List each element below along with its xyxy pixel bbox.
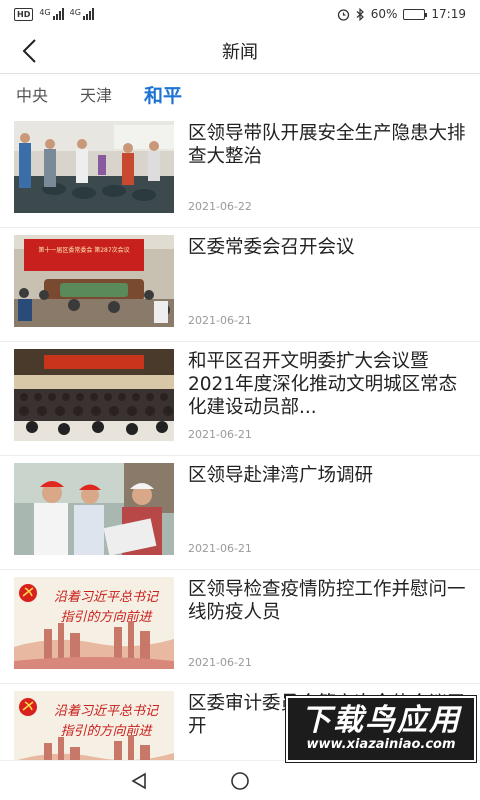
meeting-banner-text: 第十一届区委常委会 第287次会议 <box>38 246 129 254</box>
signal-icon: 4G <box>39 8 64 20</box>
status-bar: HD 4G 4G 60% 17:19 <box>0 0 480 28</box>
triangle-back-icon <box>131 772 146 790</box>
survey-photo <box>14 463 174 555</box>
circle-home-icon <box>231 772 249 790</box>
category-tabs: 中央 天津 和平 <box>0 74 480 114</box>
news-list[interactable]: 区领导带队开展安全生产隐患大排查大整治 2021-06-22 第十一届区委常委会… <box>0 114 480 760</box>
poster-slogan-1: 沿着习近平总书记 <box>54 704 160 719</box>
news-body: 和平区召开文明委扩大会议暨2021年度深化推动文明城区常态化建设动员部... 2… <box>174 349 466 449</box>
watermark-main: 下载鸟应用 <box>301 703 461 738</box>
status-right: 60% 17:19 <box>337 7 466 21</box>
hd-badge: HD <box>14 7 34 21</box>
site-watermark: 下载鸟应用 www.xiazainiao.com <box>285 695 477 763</box>
watermark-url: www.xiazainiao.com <box>306 737 456 752</box>
poster-slogan-2: 指引的方向前进 <box>60 610 153 625</box>
news-date: 2021-06-21 <box>188 428 252 441</box>
battery-icon <box>403 8 428 20</box>
poster-slogan-2: 指引的方向前进 <box>60 724 153 739</box>
news-body: 区领导检查疫情防控工作并慰问一线防疫人员 2021-06-21 <box>174 577 466 677</box>
news-body: 区委常委会召开会议 2021-06-21 <box>174 235 466 335</box>
news-thumbnail <box>14 463 174 555</box>
signal-icon-2: 4G <box>70 8 94 20</box>
nav-home-button[interactable] <box>227 769 253 793</box>
news-item[interactable]: 第十一届区委常委会 第287次会议 区委常委会召开会议 2021-06-21 <box>0 228 480 342</box>
news-date: 2021-06-21 <box>188 656 252 669</box>
sim2-label: 4G <box>69 8 81 17</box>
back-button[interactable] <box>14 35 46 67</box>
news-title: 区领导检查疫情防控工作并慰问一线防疫人员 <box>188 579 466 623</box>
system-nav-bar <box>0 760 480 800</box>
nav-back-button[interactable] <box>126 769 152 793</box>
page-title: 新闻 <box>222 41 258 63</box>
news-item[interactable]: 区领导带队开展安全生产隐患大排查大整治 2021-06-22 <box>0 114 480 228</box>
slogan-poster: 沿着习近平总书记 指引的方向前进 <box>14 691 174 760</box>
slogan-poster: 沿着习近平总书记 指引的方向前进 <box>14 577 174 669</box>
news-date: 2021-06-21 <box>188 542 252 555</box>
news-body: 区领导带队开展安全生产隐患大排查大整治 2021-06-22 <box>174 121 466 221</box>
news-thumbnail <box>14 121 174 213</box>
news-item[interactable]: 区领导赴津湾广场调研 2021-06-21 <box>0 456 480 570</box>
news-thumbnail <box>14 349 174 441</box>
poster-slogan-1: 沿着习近平总书记 <box>54 590 160 605</box>
news-thumbnail: 沿着习近平总书记 指引的方向前进 <box>14 577 174 669</box>
alarm-icon <box>337 8 349 21</box>
tab-zhongyang[interactable]: 中央 <box>16 82 48 106</box>
app-header: 新闻 <box>0 28 480 74</box>
tab-tianjin[interactable]: 天津 <box>80 82 112 106</box>
sim1-label: 4G <box>39 8 51 17</box>
news-title: 和平区召开文明委扩大会议暨2021年度深化推动文明城区常态化建设动员部... <box>188 351 458 418</box>
status-left: HD 4G 4G <box>14 7 94 21</box>
news-date: 2021-06-21 <box>188 314 252 327</box>
news-body: 区领导赴津湾广场调研 2021-06-21 <box>174 463 466 563</box>
clock-time: 17:19 <box>431 7 466 21</box>
tab-heping[interactable]: 和平 <box>144 81 182 108</box>
news-title: 区委常委会召开会议 <box>188 237 355 258</box>
auditorium-photo <box>14 349 174 441</box>
news-thumbnail: 沿着习近平总书记 指引的方向前进 <box>14 691 174 760</box>
news-item[interactable]: 和平区召开文明委扩大会议暨2021年度深化推动文明城区常态化建设动员部... 2… <box>0 342 480 456</box>
battery-percent: 60% <box>370 7 398 21</box>
meeting-photo: 第十一届区委常委会 第287次会议 <box>14 235 174 327</box>
chevron-left-icon <box>22 39 36 63</box>
news-thumbnail: 第十一届区委常委会 第287次会议 <box>14 235 174 327</box>
news-title: 区领导赴津湾广场调研 <box>188 465 374 486</box>
news-date: 2021-06-22 <box>188 200 252 213</box>
inspection-photo <box>14 121 174 213</box>
news-item[interactable]: 沿着习近平总书记 指引的方向前进 区领导检查疫情防控工作并慰问一线防疫人员 20… <box>0 570 480 684</box>
bluetooth-icon <box>356 7 364 21</box>
news-title: 区领导带队开展安全生产隐患大排查大整治 <box>188 123 466 167</box>
